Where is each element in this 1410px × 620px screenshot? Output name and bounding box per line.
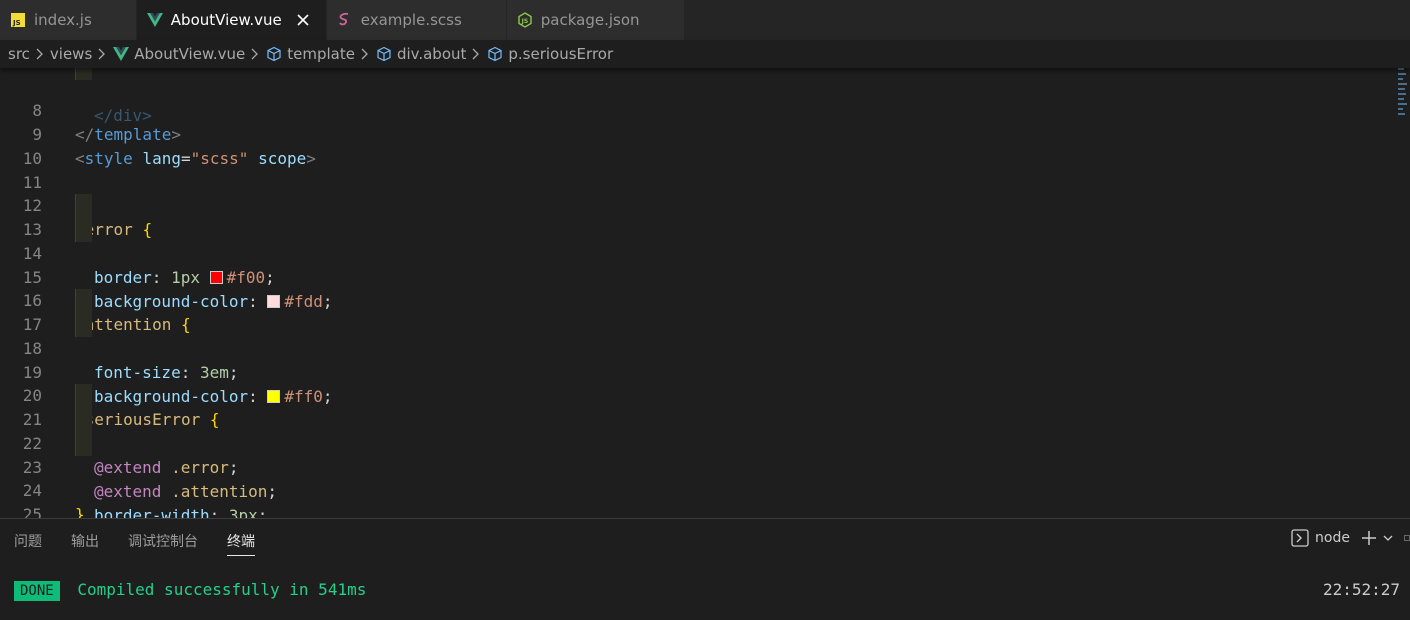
code-line: 18 background-color: #ff0; — [0, 313, 1390, 406]
chevron-right-icon — [98, 48, 106, 60]
close-icon[interactable] — [294, 11, 312, 29]
breadcrumb-item-template[interactable]: template — [265, 45, 355, 63]
code-line: 20 .seriousError { — [0, 360, 1390, 429]
terminal-output[interactable]: DONE Compiled successfully in 541ms 22:5… — [14, 579, 1400, 601]
chevron-down-icon[interactable] — [1382, 532, 1394, 544]
tab-label: index.js — [34, 11, 92, 29]
tab-output[interactable]: 输出 — [71, 531, 99, 556]
vue-file-icon — [112, 45, 130, 63]
code-line: 15 } — [0, 242, 1390, 311]
panel-tabs: 问题 输出 调试控制台 终端 — [14, 531, 284, 556]
code-text: border-width: 3px; — [94, 506, 268, 518]
tab-example-scss[interactable]: example.scss — [326, 0, 507, 40]
done-badge: DONE — [14, 581, 60, 601]
chevron-right-icon — [472, 48, 480, 60]
tab-terminal[interactable]: 终端 — [227, 531, 255, 556]
svg-text:JS: JS — [520, 18, 528, 25]
scss-file-icon — [337, 12, 353, 28]
breadcrumb-item-src[interactable]: src — [8, 45, 30, 63]
breadcrumb-label: views — [49, 45, 93, 63]
code-line: 10 — [0, 123, 1390, 168]
line-number: 25 — [22, 505, 42, 518]
code-line: 13 border: 1px #f00; — [0, 194, 1390, 287]
new-terminal-button[interactable] — [1360, 529, 1394, 547]
js-file-icon: JS — [10, 12, 26, 28]
code-line: 25 </style> — [0, 479, 1390, 518]
minimap[interactable] — [1398, 68, 1408, 120]
breadcrumb-label: div.about — [396, 45, 467, 63]
code-line: 19 } — [0, 337, 1390, 406]
panel-actions: node — [1291, 529, 1410, 547]
symbol-element-icon — [486, 45, 504, 63]
breadcrumb-item-views[interactable]: views — [50, 45, 92, 63]
bottom-panel: 问题 输出 调试控制台 终端 node DONE Compiled succes… — [0, 518, 1410, 620]
code-editor[interactable]: </div> 8 </template> 9 <style lang="scss… — [0, 68, 1410, 518]
symbol-element-icon — [265, 45, 283, 63]
breadcrumb-item-file[interactable]: AboutView.vue — [112, 45, 245, 63]
code-line: 17 font-size: 3em; — [0, 289, 1390, 382]
compile-message: Compiled successfully in 541ms — [77, 580, 367, 599]
code-line: 12 .error { — [0, 170, 1390, 239]
code-line: 8 </template> — [0, 75, 1390, 144]
breadcrumb-label: template — [287, 45, 355, 63]
breadcrumb-label: AboutView.vue — [134, 45, 246, 63]
tab-problems[interactable]: 问题 — [14, 531, 42, 556]
nodejs-file-icon: JS — [517, 12, 533, 28]
code-line: 24 } — [0, 455, 1390, 518]
code-line: 21 @extend .error; — [0, 384, 1390, 477]
svg-text:JS: JS — [12, 19, 21, 27]
timestamp: 22:52:27 — [1322, 580, 1400, 599]
editor-tab-bar: JS index.js AboutView.vue example.scss J… — [0, 0, 1410, 40]
breadcrumb-item-p-seriouserror[interactable]: p.seriousError — [486, 45, 613, 63]
split-terminal-icon[interactable] — [1404, 529, 1410, 547]
chevron-right-icon — [36, 48, 44, 60]
code-line: 16 .attention { — [0, 265, 1390, 334]
terminal-selector[interactable]: node — [1291, 529, 1350, 547]
tab-label: package.json — [540, 11, 640, 29]
tab-debug-console[interactable]: 调试控制台 — [128, 531, 198, 556]
breadcrumb: src views AboutView.vue template div.abo… — [0, 40, 1410, 68]
tab-package-json[interactable]: JS package.json — [506, 0, 685, 40]
code-line: 23 border-width: 3px; — [0, 432, 1390, 518]
code-line: 14 background-color: #fdd; — [0, 218, 1390, 311]
code-text: } — [75, 505, 85, 518]
tab-index-js[interactable]: JS index.js — [0, 0, 137, 40]
chevron-right-icon — [361, 48, 369, 60]
tab-aboutview-vue[interactable]: AboutView.vue — [136, 0, 327, 40]
breadcrumb-item-div-about[interactable]: div.about — [375, 45, 466, 63]
vue-file-icon — [146, 12, 163, 28]
terminal-name: node — [1315, 530, 1350, 546]
code-line: 9 <style lang="scss" scope> — [0, 99, 1390, 168]
plus-icon — [1360, 529, 1378, 547]
chevron-right-icon — [251, 48, 259, 60]
tab-label: AboutView.vue — [170, 11, 282, 29]
symbol-element-icon — [375, 45, 393, 63]
terminal-icon — [1291, 529, 1309, 547]
tab-label: example.scss — [360, 11, 462, 29]
breadcrumb-label: p.seriousError — [508, 45, 614, 63]
code-line: 11 — [0, 147, 1390, 192]
code-line: 22 @extend .attention; — [0, 408, 1390, 501]
breadcrumb-label: src — [8, 45, 30, 63]
